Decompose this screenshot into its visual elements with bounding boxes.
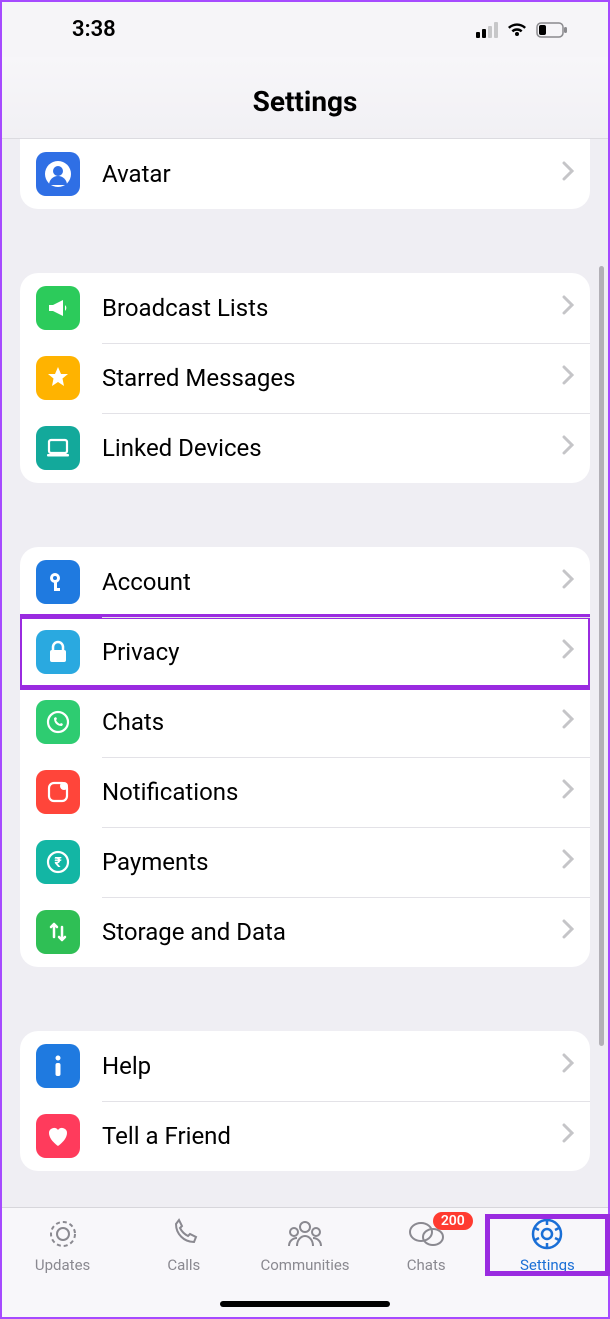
- page-title: Settings: [2, 85, 608, 118]
- tab-label: Updates: [35, 1256, 90, 1274]
- tab-label: Chats: [407, 1256, 446, 1274]
- settings-section: Help Tell a Friend: [20, 1031, 590, 1171]
- row-label: Tell a Friend: [102, 1122, 562, 1150]
- notification-icon: [36, 770, 80, 814]
- row-label: Storage and Data: [102, 918, 562, 946]
- row-privacy[interactable]: Privacy: [20, 617, 590, 687]
- tab-bar: Updates Calls Communities Chats200 Setti…: [2, 1207, 608, 1317]
- row-label: Payments: [102, 848, 562, 876]
- row-avatar[interactable]: Avatar: [20, 139, 590, 209]
- row-label: Linked Devices: [102, 434, 562, 462]
- chevron-right-icon: [562, 639, 574, 665]
- row-starred[interactable]: Starred Messages: [20, 343, 590, 413]
- badge: 200: [433, 1212, 473, 1230]
- heart-icon: [36, 1114, 80, 1158]
- info-icon: [36, 1044, 80, 1088]
- chevron-right-icon: [562, 849, 574, 875]
- tab-updates[interactable]: Updates: [2, 1216, 123, 1274]
- row-label: Account: [102, 568, 562, 596]
- row-label: Notifications: [102, 778, 562, 806]
- arrows-icon: [36, 910, 80, 954]
- row-tell[interactable]: Tell a Friend: [20, 1101, 590, 1171]
- communities-icon: [285, 1216, 325, 1252]
- home-indicator: [220, 1301, 390, 1307]
- row-broadcast[interactable]: Broadcast Lists: [20, 273, 590, 343]
- chevron-right-icon: [562, 365, 574, 391]
- row-label: Starred Messages: [102, 364, 562, 392]
- tab-communities[interactable]: Communities: [244, 1216, 365, 1274]
- chevron-right-icon: [562, 569, 574, 595]
- chevron-right-icon: [562, 435, 574, 461]
- settings-section: Broadcast Lists Starred Messages Linked …: [20, 273, 590, 483]
- row-label: Chats: [102, 708, 562, 736]
- svg-text:₹: ₹: [54, 855, 62, 871]
- tab-settings-tab[interactable]: Settings: [487, 1216, 608, 1274]
- chevron-right-icon: [562, 1053, 574, 1079]
- calls-icon: [167, 1216, 201, 1252]
- tab-label: Communities: [260, 1256, 349, 1274]
- cellular-icon: [476, 22, 498, 38]
- chevron-right-icon: [562, 295, 574, 321]
- scrollbar[interactable]: [599, 266, 604, 1046]
- row-chats[interactable]: Chats: [20, 687, 590, 757]
- status-time: 3:38: [72, 17, 116, 42]
- wifi-icon: [506, 22, 528, 38]
- updates-icon: [46, 1216, 80, 1252]
- status-indicators: [476, 22, 568, 38]
- chevron-right-icon: [562, 161, 574, 187]
- megaphone-icon: [36, 286, 80, 330]
- lock-icon: [36, 630, 80, 674]
- settings-header: Settings: [2, 57, 608, 139]
- whatsapp-icon: [36, 700, 80, 744]
- avatar-icon: [36, 152, 80, 196]
- row-payments[interactable]: ₹ Payments: [20, 827, 590, 897]
- row-label: Avatar: [102, 160, 562, 188]
- rupee-icon: ₹: [36, 840, 80, 884]
- chevron-right-icon: [562, 1123, 574, 1149]
- tab-label: Settings: [520, 1256, 575, 1274]
- settings-scroll[interactable]: Avatar Broadcast Lists Starred Messages …: [2, 139, 608, 1207]
- status-bar: 3:38: [2, 2, 608, 57]
- key-icon: [36, 560, 80, 604]
- row-account[interactable]: Account: [20, 547, 590, 617]
- settings-section: Account Privacy Chats Notifications ₹ Pa…: [20, 547, 590, 967]
- chevron-right-icon: [562, 919, 574, 945]
- battery-icon: [536, 22, 568, 38]
- tab-chats-tab[interactable]: Chats200: [366, 1216, 487, 1274]
- row-notifications[interactable]: Notifications: [20, 757, 590, 827]
- laptop-icon: [36, 426, 80, 470]
- tab-label: Calls: [167, 1256, 200, 1274]
- row-label: Broadcast Lists: [102, 294, 562, 322]
- settings-icon: [529, 1216, 565, 1252]
- row-help[interactable]: Help: [20, 1031, 590, 1101]
- settings-section: Avatar: [20, 139, 590, 209]
- row-storage[interactable]: Storage and Data: [20, 897, 590, 967]
- star-icon: [36, 356, 80, 400]
- row-linked[interactable]: Linked Devices: [20, 413, 590, 483]
- row-label: Help: [102, 1052, 562, 1080]
- tab-calls[interactable]: Calls: [123, 1216, 244, 1274]
- chevron-right-icon: [562, 779, 574, 805]
- chevron-right-icon: [562, 709, 574, 735]
- row-label: Privacy: [102, 638, 562, 666]
